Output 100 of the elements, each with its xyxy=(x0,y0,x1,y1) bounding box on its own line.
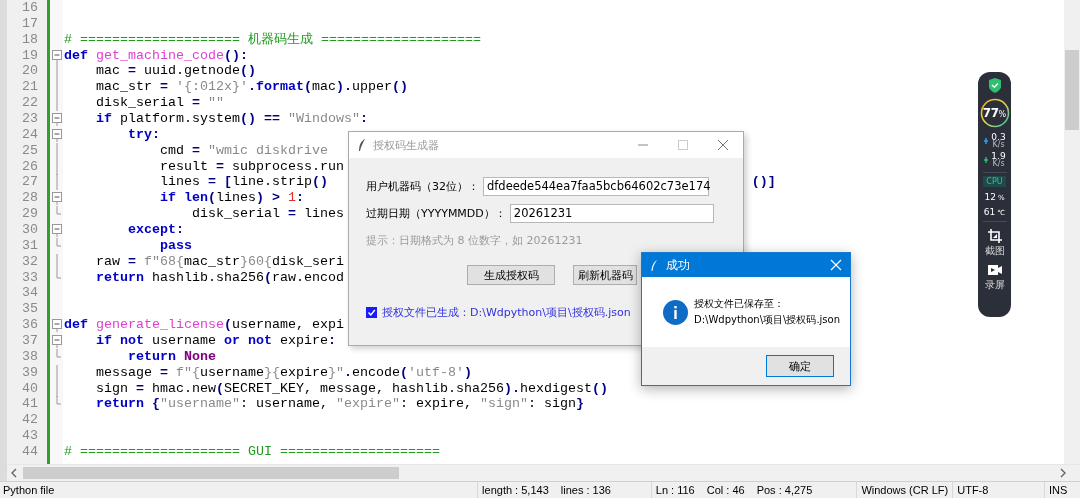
close-icon[interactable] xyxy=(717,139,729,151)
code-line: if platform.system() == "Windows": xyxy=(95,111,368,127)
memory-value: 77 xyxy=(982,106,999,120)
code-line: cmd = "wmic diskdrive xyxy=(158,142,328,159)
line-number: 16 xyxy=(21,0,38,16)
code-line: disk_serial = "" xyxy=(95,95,224,111)
code-line: return None xyxy=(127,348,216,365)
fold-line-icon xyxy=(56,253,58,270)
file-type-label: Python file xyxy=(2,484,56,496)
code-line: return hashlib.sha256(raw.encod xyxy=(95,269,344,286)
code-line: pass xyxy=(158,237,192,254)
code-line: raw = f"68{mac_str}60{disk_seri xyxy=(95,253,344,270)
cpu-value: 61 xyxy=(983,207,996,217)
code-line: except: xyxy=(127,222,184,238)
tool-label[interactable]: 截图 xyxy=(984,245,1005,256)
code-line: if len(lines) > 1: xyxy=(158,190,304,207)
line-number: 23 xyxy=(21,111,38,127)
field-label: 用户机器码（32位）： xyxy=(366,178,479,194)
code-line: disk_serial = lines xyxy=(190,206,344,223)
line-number: 40 xyxy=(21,380,38,397)
fold-end-icon xyxy=(56,348,62,358)
info-icon xyxy=(663,299,688,325)
fold-toggle-icon[interactable] xyxy=(51,47,62,63)
fold-end-icon xyxy=(56,206,62,216)
fold-toggle-icon[interactable] xyxy=(51,222,62,238)
code-line: # ==================== GUI ==================== xyxy=(64,444,440,460)
line-number: 24 xyxy=(21,126,38,143)
code-line: # ==================== 机器码生成 ==================== xyxy=(64,31,481,48)
fold-toggle-icon[interactable] xyxy=(51,111,62,126)
code-line: try: xyxy=(127,126,160,143)
line-number: 26 xyxy=(21,158,38,175)
status-text: Pos : 4,275 xyxy=(756,484,813,496)
line-number: 35 xyxy=(21,301,38,318)
shield-icon[interactable] xyxy=(987,78,1002,93)
code-line: if not username or not expire: xyxy=(95,333,336,349)
gauge-ring-icon xyxy=(979,98,1010,128)
line-number: 18 xyxy=(21,31,38,48)
code-line: def generate_license(username, expi xyxy=(64,317,344,334)
status-text: UTF-8 xyxy=(957,484,989,496)
cpu-label: CPU xyxy=(983,176,1006,187)
message-text: D:\Wdpython\项目\授权码.json xyxy=(694,313,840,327)
line-number: 27 xyxy=(21,174,38,191)
status-message: 授权文件已生成：D:\Wdpython\项目\授权码.json xyxy=(382,305,631,320)
text-field[interactable]: 20261231 xyxy=(509,203,714,223)
scrollbar-thumb[interactable] xyxy=(23,467,399,479)
code-line: mac_str = '{:012x}'.format(mac).upper() xyxy=(95,79,408,96)
line-number: 38 xyxy=(21,348,38,365)
fold-toggle-icon[interactable] xyxy=(51,190,62,206)
fold-toggle-icon[interactable] xyxy=(51,333,62,349)
speed-value: 1.9 xyxy=(991,152,1006,160)
message-text: 授权文件已保存至： xyxy=(694,297,785,311)
line-number: 30 xyxy=(21,222,38,238)
line-number: 19 xyxy=(21,47,38,64)
fold-toggle-icon[interactable] xyxy=(51,317,62,333)
speed-value: 0.3 xyxy=(991,133,1006,141)
unit-label: K/s xyxy=(992,141,1005,149)
line-number: 21 xyxy=(21,79,38,96)
unit-label: K/s xyxy=(992,160,1005,168)
action-button[interactable]: 生成授权码 xyxy=(467,265,555,285)
line-number: 29 xyxy=(21,206,38,223)
unit-label: % xyxy=(998,110,1007,119)
fold-toggle-icon[interactable] xyxy=(51,126,62,142)
status-text: length : 5,143 xyxy=(482,484,549,496)
fold-end-icon xyxy=(56,237,62,247)
cpu-value: 12 xyxy=(984,192,996,202)
line-number: 39 xyxy=(21,364,38,381)
tool-label[interactable]: 录屏 xyxy=(984,279,1005,290)
line-number: 28 xyxy=(21,190,38,207)
status-text: Windows (CR LF) xyxy=(861,484,949,496)
code-line: def get_machine_code(): xyxy=(64,47,248,64)
line-number: 20 xyxy=(21,63,38,80)
ok-button[interactable]: 确定 xyxy=(766,355,834,377)
line-number: 42 xyxy=(21,412,38,429)
maximize-icon xyxy=(677,139,689,151)
hint-text: 提示：日期格式为 8 位数字，如 20261231 xyxy=(366,233,584,248)
plus-icon xyxy=(983,156,990,164)
line-number: 22 xyxy=(21,95,38,111)
scrollbar-thumb[interactable] xyxy=(1065,50,1079,130)
status-text: Ln : 116 xyxy=(655,484,695,496)
line-number: 32 xyxy=(21,253,38,270)
status-text: lines : 136 xyxy=(560,484,611,496)
plus-icon xyxy=(983,137,990,145)
feather-icon xyxy=(357,138,367,152)
checkbox[interactable] xyxy=(366,307,377,318)
line-number: 25 xyxy=(21,142,38,159)
code-line: lines = [line.strip() xyxy=(158,174,328,191)
action-button[interactable]: 刷新机器码 xyxy=(573,265,637,285)
code-fragment: ()] xyxy=(751,174,776,191)
status-text: INS xyxy=(1049,484,1068,496)
line-number: 37 xyxy=(21,333,38,349)
fold-end-icon xyxy=(56,396,62,406)
line-number: 41 xyxy=(21,396,38,413)
text-field[interactable]: dfdeede544ea7faa5bcb64602c73e174 xyxy=(483,176,709,196)
video-camera-icon[interactable] xyxy=(986,262,1003,278)
window-title: 成功 xyxy=(666,257,691,273)
line-number: 44 xyxy=(21,444,38,460)
status-text: Col : 46 xyxy=(706,484,745,496)
crop-icon[interactable] xyxy=(986,228,1003,244)
feather-icon xyxy=(650,258,658,272)
line-number: 31 xyxy=(21,237,38,254)
